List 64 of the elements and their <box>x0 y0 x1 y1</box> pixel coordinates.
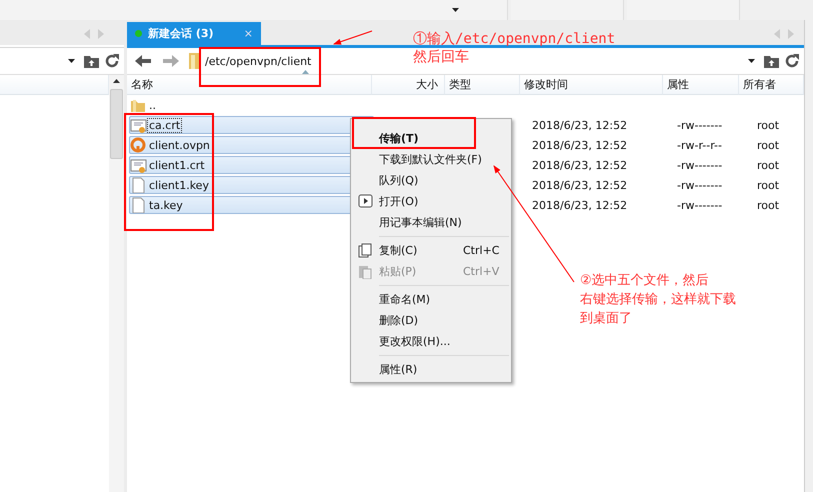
annotation-text: 右键选择传输，这样就下载 <box>580 291 736 309</box>
owner-cell-text: root <box>757 158 780 172</box>
permissions-cell-text: -rw------- <box>677 178 724 192</box>
permissions-cell-text: -rw-r--r-- <box>677 138 723 152</box>
owner-cell-text: root <box>757 178 780 192</box>
ring-icon <box>130 137 147 153</box>
certificate-icon <box>130 117 147 133</box>
annotation-text: ①输入/etc/openvpn/client <box>413 30 616 48</box>
folder-icon <box>189 53 199 69</box>
modified-cell-text: 2018/6/23, 12:52 <box>531 198 628 212</box>
refresh-icon[interactable] <box>104 53 120 69</box>
arrow <box>333 30 372 45</box>
permissions-cell-text: -rw------- <box>677 198 724 212</box>
permissions-cell-text: -rw------- <box>677 158 724 172</box>
folder-up-icon[interactable] <box>83 53 100 69</box>
modified-cell-text: 2018/6/23, 12:52 <box>531 158 628 172</box>
copy-icon <box>358 243 372 258</box>
modified-cell-text: 2018/6/23, 12:52 <box>531 118 628 132</box>
annotation-text: 然后回车 <box>413 48 470 66</box>
modified-cell-text: 2018/6/23, 12:52 <box>531 138 628 152</box>
column-header[interactable]: 名称 <box>127 75 372 95</box>
column-header[interactable]: 大小 <box>372 75 445 95</box>
file-row[interactable]: .. <box>129 96 374 114</box>
owner-cell-text: root <box>757 118 780 132</box>
column-header[interactable]: 所有者 <box>739 75 804 95</box>
menu-item[interactable]: 复制(C) Ctrl+C <box>351 240 511 261</box>
dropdown-arrow-icon[interactable] <box>748 59 755 63</box>
document-icon <box>130 197 147 213</box>
dropdown-arrow-icon[interactable] <box>452 8 459 12</box>
folder-up-icon[interactable] <box>763 53 780 69</box>
column-header[interactable]: 类型 <box>445 75 520 95</box>
annotation-text: 到桌面了 <box>580 310 633 328</box>
menu-item[interactable]: 属性(R) <box>351 359 511 380</box>
file-row[interactable]: ca.crt <box>129 116 374 134</box>
document-icon <box>130 177 147 193</box>
scrollbar-thumb[interactable] <box>110 89 123 159</box>
scrollbar[interactable] <box>109 75 124 492</box>
left-arrow-icon[interactable] <box>84 29 90 39</box>
menu-item[interactable]: 更改权限(H)... <box>351 331 511 352</box>
menu-item[interactable]: 用记事本编辑(N) <box>351 212 511 233</box>
left-arrow-icon[interactable] <box>774 29 780 39</box>
annotation-text: ②选中五个文件，然后 <box>580 272 710 290</box>
owner-cell-text: root <box>757 198 780 212</box>
right-arrow-icon[interactable] <box>98 29 104 39</box>
paste-icon <box>358 264 372 279</box>
column-header[interactable]: 修改时间 <box>520 75 663 95</box>
back-arrow-icon[interactable] <box>135 54 151 68</box>
scrollbar[interactable] <box>804 20 813 492</box>
status-dot-icon <box>135 30 142 37</box>
permissions-cell-text: -rw------- <box>677 118 724 132</box>
menu-item[interactable]: 删除(D) <box>351 310 511 331</box>
owner-cell-text: root <box>757 138 780 152</box>
modified-cell-text: 2018/6/23, 12:52 <box>531 178 628 192</box>
forward-arrow-icon[interactable] <box>163 54 179 68</box>
refresh-icon[interactable] <box>784 53 800 69</box>
dropdown-arrow-icon[interactable] <box>68 59 75 63</box>
right-arrow-icon[interactable] <box>788 29 794 39</box>
certificate-icon <box>130 157 147 173</box>
path-field[interactable]: /etc/openvpn/client <box>183 51 316 71</box>
column-header[interactable]: 属性 <box>663 75 739 95</box>
folder-icon <box>130 97 147 113</box>
menu-item[interactable]: 重命名(M) <box>351 289 511 310</box>
play-icon <box>358 194 372 209</box>
scroll-up-icon[interactable] <box>113 79 120 83</box>
